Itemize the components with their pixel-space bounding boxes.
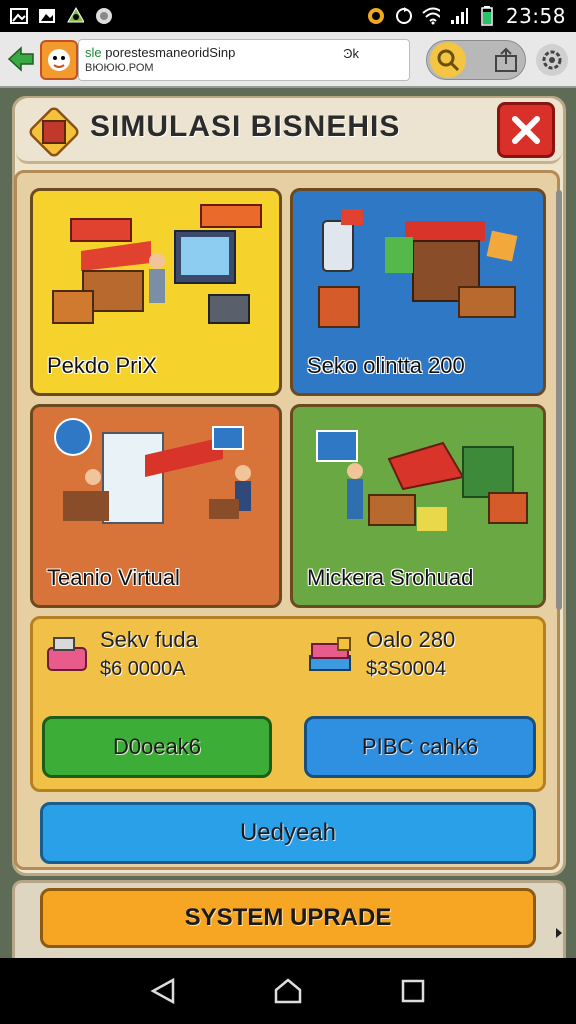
triangle-back-icon (150, 977, 174, 1005)
business-card-4[interactable]: Mickera Srohuad (290, 404, 546, 608)
share-button[interactable] (490, 44, 522, 76)
home-icon (274, 978, 302, 1004)
url-text: sle porestesmaneoridSinp (85, 45, 236, 60)
status-right-icons: 23:58 (366, 4, 566, 28)
business-card-1[interactable]: Pekdo PriX (30, 188, 282, 396)
virtual-store-icon (54, 418, 251, 524)
navigation-bar (0, 958, 576, 1024)
site-favicon[interactable] (40, 40, 78, 80)
stacked-goods-icon (308, 634, 354, 674)
arrow-left-icon (7, 46, 34, 72)
record-icon (94, 7, 112, 25)
status-bar: 23:58 (0, 0, 576, 32)
close-button[interactable] (497, 102, 555, 158)
alarm-icon (366, 7, 384, 25)
square-recents-icon (402, 979, 425, 1003)
blue-action-button[interactable]: PIBC cahk6 (304, 716, 536, 778)
cash-register-icon (44, 634, 90, 674)
shop-item-price-2: $3S0004 (366, 658, 447, 680)
share-icon (495, 47, 517, 72)
search-button[interactable] (430, 42, 466, 78)
shop-item-name-1: Sekv fuda (100, 627, 198, 652)
recycle-icon (66, 7, 84, 25)
url-right-text: Ͽk (343, 46, 359, 61)
address-bar[interactable]: sle porestesmaneoridSinp ВЮЮЮ.РОМ Ͽk (78, 39, 410, 81)
market-stall-icon (52, 204, 262, 324)
shop-item-price-1: $6 0000A (100, 658, 186, 680)
scroll-right-icon[interactable] (556, 928, 562, 938)
gallery-icon (38, 7, 56, 25)
status-left-icons (10, 7, 112, 25)
system-upgrade-button[interactable]: SYSTEM UPRADE (40, 888, 536, 948)
battery-icon (478, 6, 496, 26)
market-booth-icon (316, 430, 528, 531)
business-card-3[interactable]: Teanio Virtual (30, 404, 282, 608)
gear-icon (542, 50, 562, 70)
card-label: Seko olintta 200 (307, 353, 465, 378)
image-icon (10, 7, 28, 25)
nav-recents-button[interactable] (393, 971, 433, 1011)
shop-logo-inner (42, 120, 66, 144)
close-icon (512, 116, 540, 144)
back-button[interactable] (6, 42, 36, 76)
sync-icon (394, 7, 412, 25)
search-icon (437, 49, 460, 72)
mascot-icon (48, 49, 70, 71)
card-label: Teanio Virtual (47, 565, 180, 590)
wide-action-button[interactable]: Uedyeah (40, 802, 536, 864)
browser-toolbar: sle porestesmaneoridSinp ВЮЮЮ.РОМ Ͽk (0, 32, 576, 88)
status-time: 23:58 (505, 4, 566, 28)
card-label: Mickera Srohuad (307, 565, 474, 590)
shop-item-name-2: Oalo 280 (366, 627, 456, 652)
nav-home-button[interactable] (268, 971, 308, 1011)
signal-icon (450, 7, 468, 25)
card-label: Pekdo PriX (47, 353, 158, 378)
page-title: SIMULASI BISNEHIS (90, 110, 401, 143)
wifi-icon (422, 7, 440, 25)
url-subtext: ВЮЮЮ.РОМ (85, 62, 154, 74)
scrollbar[interactable] (556, 190, 562, 610)
business-card-2[interactable]: Seko olintta 200 (290, 188, 546, 396)
green-action-button[interactable]: D0oeak6 (42, 716, 272, 778)
shop-building-icon (318, 209, 518, 328)
nav-back-button[interactable] (143, 971, 183, 1011)
settings-button[interactable] (536, 44, 568, 76)
